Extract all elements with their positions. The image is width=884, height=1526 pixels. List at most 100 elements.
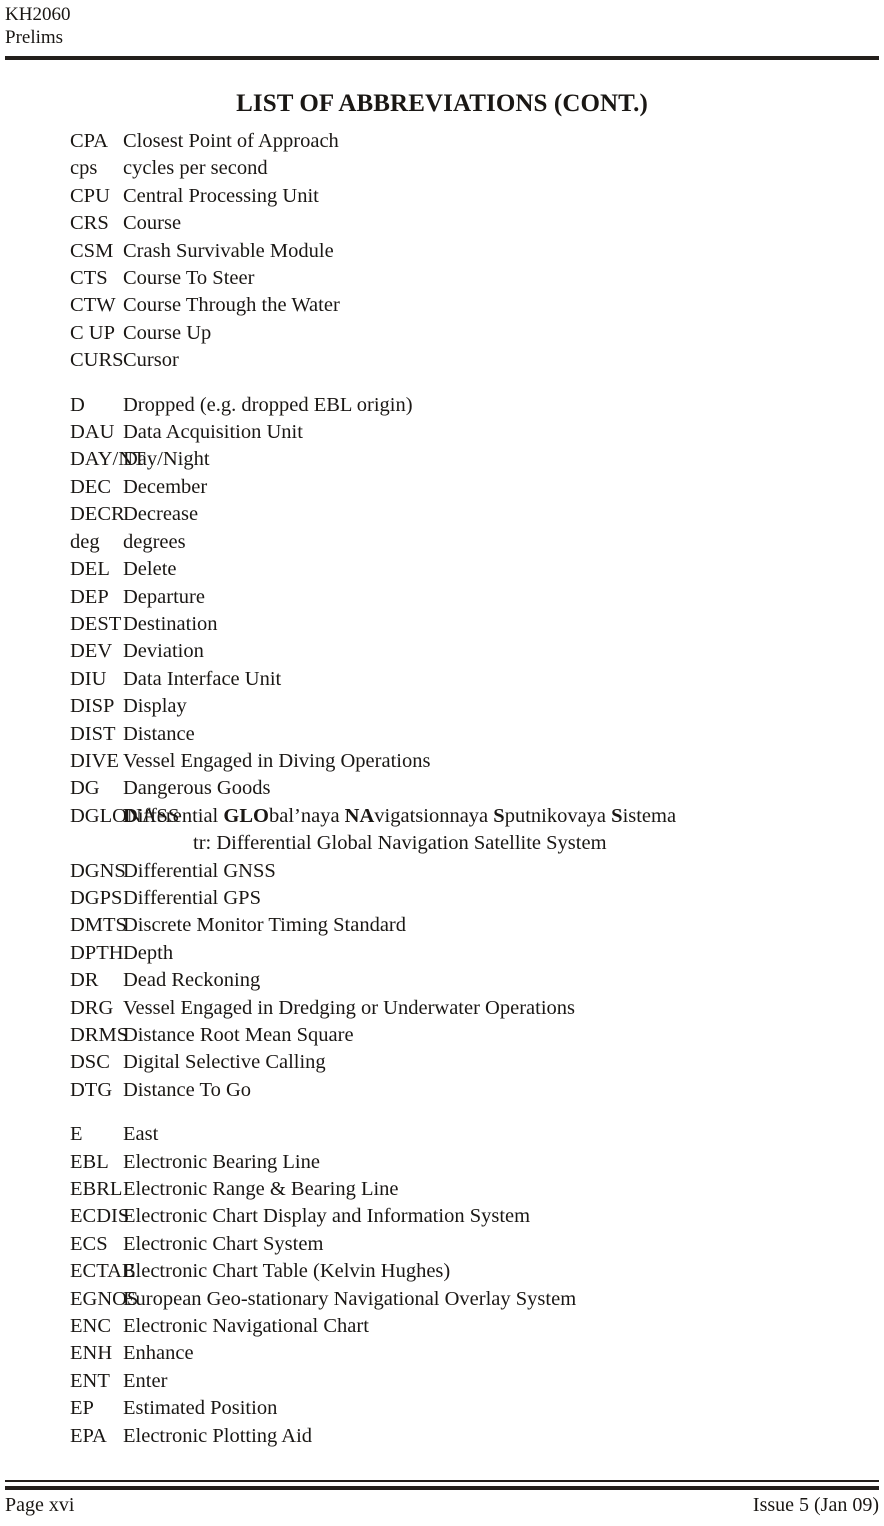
abbreviation-term: DIST [70,722,116,745]
abbreviation-term: DISP [70,695,115,718]
abbreviation-definition: Decrease [123,503,199,526]
abbreviation-row: DAU Data Acquisition Unit [0,419,884,446]
abbreviation-row: DEC December [0,474,884,501]
abbreviation-term: ECDIS [70,1205,130,1228]
footer-page-number: Page xvi [5,1494,75,1516]
abbreviation-definition: Discrete Monitor Timing Standard [123,914,407,937]
abbreviation-term: DPTH [70,941,124,964]
abbreviation-row: DIU Data Interface Unit [0,666,884,693]
abbreviation-row: DEP Departure [0,584,884,611]
abbreviation-term: CURS [70,349,124,372]
abbreviation-definition: Distance To Go [123,1078,251,1101]
abbreviation-row: CTW Course Through the Water [0,292,884,319]
abbreviation-term: DAU [70,421,115,444]
abbreviation-term: DGLONASS [70,804,180,827]
abbreviation-row: CSM Crash Survivable Module [0,238,884,265]
abbreviation-definition: Vessel Engaged in Diving Operations [123,749,431,772]
page-header: KH2060 Prelims [0,0,884,58]
abbreviation-row: DIVE Vessel Engaged in Diving Operations [0,748,884,775]
abbreviation-definition: East [123,1123,159,1146]
header-document-code: KH2060 [5,4,71,25]
abbreviation-definition: Destination [123,612,218,635]
abbreviation-term: EGNOS [70,1287,139,1310]
abbreviation-definition: Distance [123,722,195,745]
abbreviation-row: CURS Cursor [0,347,884,374]
abbreviation-definition: Electronic Chart System [123,1232,324,1255]
abbreviation-group: CPA Closest Point of Approach cps cycles pe… [0,128,884,375]
abbreviation-row: DEV Deviation [0,638,884,665]
abbreviation-row: DRG Vessel Engaged in Dredging or Underwa… [0,995,884,1022]
abbreviation-term: DRG [70,996,114,1019]
abbreviation-term: DG [70,777,100,800]
document-page: KH2060 Prelims LIST OF ABBREVIATIONS (CO… [0,0,884,1526]
abbreviation-row: DG Dangerous Goods [0,775,884,802]
abbreviation-definition: Dangerous Goods [123,777,271,800]
abbreviation-definition: Electronic Chart Display and Information… [123,1205,531,1228]
abbreviation-term: DEP [70,585,109,608]
abbreviation-term: D [70,393,85,416]
abbreviation-row: DPTH Depth [0,940,884,967]
abbreviation-row: CTS Course To Steer [0,265,884,292]
abbreviation-term: ECTAB [70,1260,136,1283]
continuation-text: tr: Differential Global Navigation Satel… [193,832,607,855]
abbreviation-definition: Differential GLObal’naya NAvigatsionnaya… [123,804,677,827]
header-divider-rule [5,56,879,60]
abbreviation-row: EBL Electronic Bearing Line [0,1149,884,1176]
abbreviation-term: CTW [70,294,116,317]
abbreviation-term: DSC [70,1051,110,1074]
abbreviation-term: DIU [70,667,107,690]
abbreviation-definition: cycles per second [123,157,268,180]
abbreviation-term: DAY/NT [70,448,146,471]
abbreviation-definition: Vessel Engaged in Dredging or Underwater… [123,996,576,1019]
abbreviation-term: ECS [70,1232,108,1255]
abbreviation-row: DGLONASS Differential GLObal’naya NAvigat… [0,803,884,830]
abbreviation-definition: Distance Root Mean Square [123,1024,354,1046]
abbreviation-term: DMTS [70,914,127,937]
abbreviation-row: DISP Display [0,693,884,720]
abbreviation-definition: Differential GPS [123,886,261,909]
abbreviation-row: ECTAB Electronic Chart Table (Kelvin Hugh… [0,1258,884,1285]
abbreviation-definition: Course Through the Water [123,294,340,317]
abbreviation-row: deg degrees [0,529,884,556]
page-footer: Page xvi Issue 5 (Jan 09) [5,1492,879,1518]
abbreviation-list: CPA Closest Point of Approach cps cycles pe… [0,128,884,1450]
abbreviation-definition: Electronic Range & Bearing Line [123,1178,399,1201]
abbreviation-term: EP [70,1397,94,1420]
abbreviation-row: DR Dead Reckoning [0,967,884,994]
abbreviation-row: EPA Electronic Plotting Aid [0,1423,884,1450]
abbreviation-row: ECS Electronic Chart System [0,1231,884,1258]
abbreviation-definition: Display [123,695,187,718]
abbreviation-definition: Data Acquisition Unit [123,421,303,444]
abbreviation-row: DTG Distance To Go [0,1077,884,1104]
abbreviation-definition: Delete [123,558,177,581]
abbreviation-term: EBL [70,1150,109,1173]
abbreviation-term: CPU [70,184,110,207]
abbreviation-term: CSM [70,239,114,262]
abbreviation-term: EPA [70,1424,107,1447]
abbreviation-definition: degrees [123,530,186,553]
abbreviation-term: DRMS [70,1024,129,1046]
abbreviation-row: EBRL Electronic Range & Bearing Line [0,1176,884,1203]
abbreviation-group: E East EBL Electronic Bearing Line EBRL Elect… [0,1121,884,1450]
abbreviation-definition: Deviation [123,640,204,663]
abbreviation-definition: Electronic Bearing Line [123,1150,320,1173]
abbreviation-term: deg [70,530,100,553]
abbreviation-row: E East [0,1121,884,1148]
abbreviation-definition: Electronic Chart Table (Kelvin Hughes) [123,1260,451,1283]
abbreviation-row: ENT Enter [0,1368,884,1395]
abbreviation-row: DAY/NT Day/Night [0,446,884,473]
abbreviation-row: DECR Decrease [0,501,884,528]
abbreviation-term: E [70,1123,83,1146]
abbreviation-term: cps [70,157,98,180]
abbreviation-definition: Electronic Navigational Chart [123,1315,369,1338]
abbreviation-definition: Cursor [123,349,179,372]
abbreviation-definition: Course [123,212,182,235]
abbreviation-definition: European Geo-stationary Navigational Ove… [123,1287,577,1310]
abbreviation-term: CTS [70,267,108,290]
abbreviation-definition: Crash Survivable Module [123,239,334,262]
footer-issue-info: Issue 5 (Jan 09) [752,1494,879,1516]
abbreviation-definition: Enter [123,1369,168,1392]
abbreviation-row: EP Estimated Position [0,1395,884,1422]
abbreviation-definition: Enhance [123,1342,194,1365]
abbreviation-definition: Closest Point of Approach [123,130,339,152]
